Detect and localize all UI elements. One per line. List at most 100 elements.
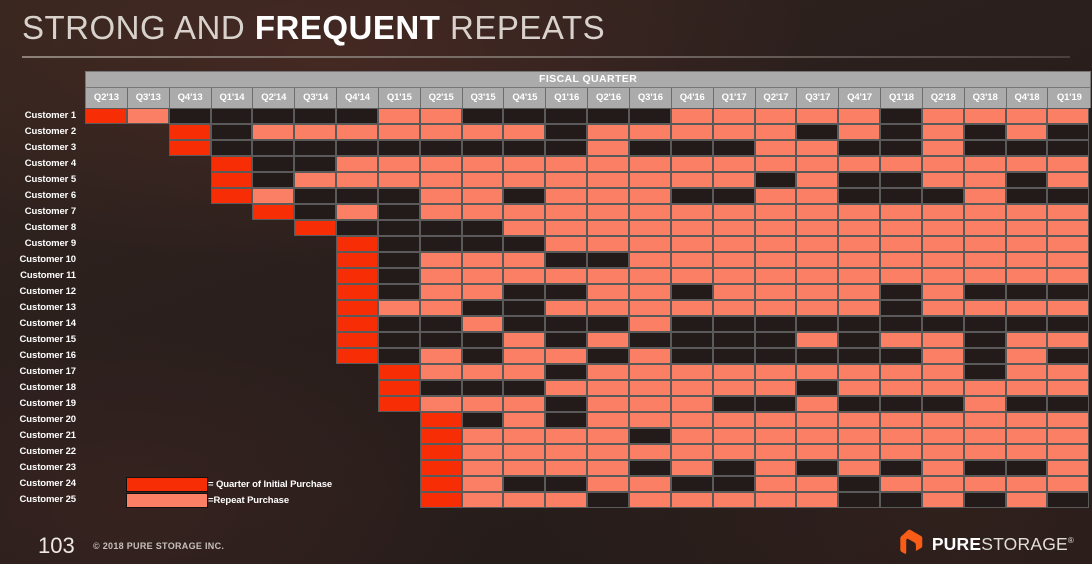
legend-label: = Quarter of Initial Purchase <box>208 478 333 490</box>
heatmap-cell <box>1047 348 1090 364</box>
heatmap-cell <box>712 140 755 156</box>
heatmap-cell <box>211 236 253 252</box>
heatmap-cell <box>419 492 462 508</box>
heatmap-cell <box>921 364 964 380</box>
heatmap-cell <box>377 172 420 188</box>
heatmap-cell <box>796 188 839 204</box>
heatmap-cell <box>503 460 546 476</box>
heatmap-cell <box>461 124 504 140</box>
heatmap-cell <box>754 444 797 460</box>
heatmap-cell <box>921 124 964 140</box>
heatmap-cell <box>211 268 253 284</box>
heatmap-cell <box>336 444 378 460</box>
heatmap-cell <box>336 124 378 140</box>
heatmap-cell <box>838 236 881 252</box>
heatmap-cell <box>503 140 546 156</box>
heatmap-cell <box>211 428 253 444</box>
heatmap-cell <box>378 412 420 428</box>
heatmap-cell <box>1005 476 1048 492</box>
heatmap-cell <box>838 460 881 476</box>
heatmap-cell <box>963 124 1006 140</box>
heatmap-cell <box>628 348 671 364</box>
heatmap-cell <box>628 140 671 156</box>
heatmap-cell <box>712 204 755 220</box>
heatmap-cell <box>587 444 629 460</box>
heatmap-row <box>85 220 1090 236</box>
heatmap-cell <box>796 252 839 268</box>
heatmap-cell <box>712 396 755 412</box>
column-header: Q2'13 <box>86 88 128 108</box>
heatmap-cell <box>838 108 881 124</box>
heatmap-cell <box>921 204 964 220</box>
heatmap-cell <box>963 236 1006 252</box>
heatmap-cell <box>880 236 922 252</box>
heatmap-cell <box>1005 204 1048 220</box>
heatmap-row <box>85 300 1090 316</box>
heatmap-cell <box>169 460 211 476</box>
heatmap-cell <box>252 316 294 332</box>
heatmap-cell <box>628 460 671 476</box>
heatmap-cell <box>628 476 671 492</box>
heatmap-cell <box>419 204 462 220</box>
heatmap-cell <box>628 444 671 460</box>
heatmap-cell <box>1047 300 1090 316</box>
heatmap-cell <box>461 284 504 300</box>
heatmap-cell <box>587 108 629 124</box>
heatmap-cell <box>211 348 253 364</box>
heatmap-row <box>85 204 1090 220</box>
heatmap-cell <box>670 172 713 188</box>
heatmap-cell <box>419 188 462 204</box>
heatmap-cell <box>712 428 755 444</box>
heatmap-cell <box>628 236 671 252</box>
heatmap-cell <box>85 460 127 476</box>
heatmap-cell <box>211 380 253 396</box>
heatmap-cell <box>754 364 797 380</box>
heatmap-cell <box>211 316 253 332</box>
heatmap-cell <box>838 428 881 444</box>
logo-registered-mark: ® <box>1067 535 1074 545</box>
heatmap-cell <box>838 268 881 284</box>
heatmap-cell <box>712 252 755 268</box>
heatmap-cell <box>587 236 629 252</box>
heatmap-cell <box>336 300 378 316</box>
heatmap-cell <box>1005 284 1048 300</box>
heatmap-cell <box>252 204 295 220</box>
heatmap-cell <box>461 364 504 380</box>
heatmap-cell <box>1005 268 1048 284</box>
heatmap-cell <box>168 140 211 156</box>
heatmap-cell <box>210 172 253 188</box>
heatmap-cell <box>754 124 797 140</box>
heatmap-cell <box>336 172 378 188</box>
heatmap-cell <box>503 380 546 396</box>
heatmap-cell <box>838 444 881 460</box>
heatmap-cell <box>796 156 839 172</box>
heatmap-cell <box>880 300 922 316</box>
heatmap-cell <box>545 460 588 476</box>
column-header: Q2'18 <box>923 88 965 108</box>
heatmap-cell <box>963 300 1006 316</box>
heatmap-cell <box>503 316 546 332</box>
heatmap-cell <box>377 188 420 204</box>
heatmap-cell <box>252 172 295 188</box>
logo-text-storage: STORAGE <box>981 533 1068 554</box>
heatmap-cell <box>377 332 420 348</box>
heatmap-cell <box>461 380 504 396</box>
heatmap-cell <box>211 220 253 236</box>
heatmap-cell <box>838 476 881 492</box>
heatmap-cell <box>211 284 253 300</box>
heatmap-cell <box>796 332 839 348</box>
heatmap-cell <box>378 428 420 444</box>
heatmap-cell <box>880 188 922 204</box>
heatmap-cell <box>921 140 964 156</box>
heatmap-row <box>85 188 1090 204</box>
heatmap-cell <box>211 252 253 268</box>
row-label: Customer 3 <box>24 142 76 153</box>
heatmap-cell <box>503 188 546 204</box>
heatmap-cell <box>963 380 1006 396</box>
heatmap-cell <box>252 220 294 236</box>
heatmap-cell <box>377 268 420 284</box>
heatmap-cell <box>628 364 671 380</box>
heatmap-cell <box>587 412 629 428</box>
heatmap-cell <box>880 172 922 188</box>
heatmap-cell <box>377 396 420 412</box>
